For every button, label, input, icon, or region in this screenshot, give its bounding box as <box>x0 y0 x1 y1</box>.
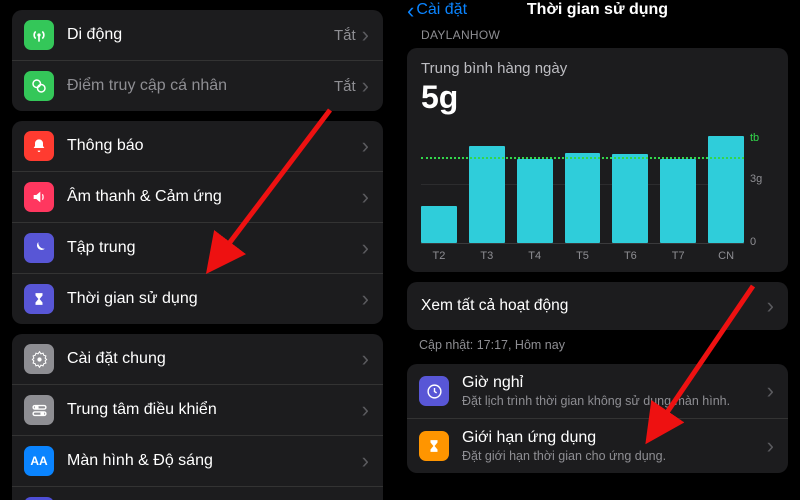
chevron-right-icon: › <box>767 435 774 457</box>
bell-icon <box>24 131 54 161</box>
settings-screen: Di động Tắt › Điểm truy cập cá nhân Tắt … <box>0 0 395 500</box>
nav-header: ‹ Cài đặt Thời gian sử dụng <box>395 0 800 24</box>
hourglass-icon <box>24 284 54 314</box>
chevron-right-icon: › <box>362 399 369 421</box>
updated-text: Cập nhật: 17:17, Hôm nay <box>395 330 800 356</box>
row-value: Tắt <box>334 78 356 95</box>
chevron-right-icon: › <box>362 135 369 157</box>
card-title: Trung bình hàng ngày <box>421 60 774 77</box>
row-title: Giới hạn ứng dụng <box>462 429 767 447</box>
usage-chart <box>421 126 744 244</box>
row-label: Màn hình & Độ sáng <box>67 452 362 470</box>
row-title: Giờ nghỉ <box>462 374 767 392</box>
row-screentime[interactable]: Thời gian sử dụng › <box>12 274 383 324</box>
chevron-right-icon: › <box>362 75 369 97</box>
row-value: Tắt <box>334 27 356 44</box>
daily-average-card: Trung bình hàng ngày 5g T2T3T4T5T6T7CN t… <box>407 48 788 272</box>
chevron-right-icon: › <box>767 380 774 402</box>
clock-icon <box>419 376 449 406</box>
row-home-screen[interactable]: Màn hình chính › <box>12 487 383 500</box>
toggles-icon <box>24 395 54 425</box>
settings-group-network: Di động Tắt › Điểm truy cập cá nhân Tắt … <box>12 10 383 111</box>
gear-icon <box>24 344 54 374</box>
moon-icon <box>24 233 54 263</box>
chart-bar <box>660 159 696 243</box>
device-caption: DAYLANHOW <box>395 24 800 42</box>
row-label: Thông báo <box>67 137 362 155</box>
chevron-right-icon: › <box>362 237 369 259</box>
chart-bar <box>565 153 601 243</box>
see-all-activity[interactable]: Xem tất cả hoạt động › <box>407 282 788 330</box>
row-focus[interactable]: Tập trung › <box>12 223 383 274</box>
cellular-icon <box>24 20 54 50</box>
chart-bar <box>612 154 648 243</box>
chart-bar <box>421 206 457 243</box>
row-subtitle: Đặt giới hạn thời gian cho ứng dụng. <box>462 449 767 463</box>
row-control-center[interactable]: Trung tâm điều khiển › <box>12 385 383 436</box>
settings-group-notify: Thông báo › Âm thanh & Cảm ứng › Tập tru… <box>12 121 383 324</box>
row-sounds[interactable]: Âm thanh & Cảm ứng › <box>12 172 383 223</box>
chart-bar <box>469 146 505 243</box>
row-subtitle: Đặt lịch trình thời gian không sử dụng m… <box>462 394 767 408</box>
chevron-right-icon: › <box>362 186 369 208</box>
hotspot-icon <box>24 71 54 101</box>
chevron-right-icon: › <box>362 288 369 310</box>
settings-group-general: Cài đặt chung › Trung tâm điều khiển › A… <box>12 334 383 500</box>
chevron-right-icon: › <box>767 295 774 317</box>
back-button[interactable]: ‹ Cài đặt <box>407 1 467 19</box>
chevron-left-icon: ‹ <box>407 5 414 16</box>
row-label: Thời gian sử dụng <box>67 290 362 308</box>
see-all-label: Xem tất cả hoạt động <box>421 297 767 315</box>
row-hotspot[interactable]: Điểm truy cập cá nhân Tắt › <box>12 61 383 111</box>
average-value: 5g <box>421 79 774 116</box>
chart-bar <box>708 136 744 243</box>
hourglass-icon <box>419 431 449 461</box>
row-label: Trung tâm điều khiển <box>67 401 362 419</box>
row-notifications[interactable]: Thông báo › <box>12 121 383 172</box>
chevron-right-icon: › <box>362 24 369 46</box>
row-label: Di động <box>67 26 334 44</box>
chart-x-labels: T2T3T4T5T6T7CN <box>421 250 744 262</box>
chevron-right-icon: › <box>362 348 369 370</box>
row-general[interactable]: Cài đặt chung › <box>12 334 383 385</box>
row-display[interactable]: AA Màn hình & Độ sáng › <box>12 436 383 487</box>
chart-bar <box>517 159 553 243</box>
chevron-right-icon: › <box>362 450 369 472</box>
row-app-limits[interactable]: Giới hạn ứng dụng Đặt giới hạn thời gian… <box>407 419 788 473</box>
page-title: Thời gian sử dụng <box>527 1 668 19</box>
text-size-icon: AA <box>24 446 54 476</box>
speaker-icon <box>24 182 54 212</box>
chart-y-labels: tb03g <box>744 116 774 262</box>
row-label: Điểm truy cập cá nhân <box>67 77 334 95</box>
row-label: Tập trung <box>67 239 362 257</box>
row-downtime[interactable]: Giờ nghỉ Đặt lịch trình thời gian không … <box>407 364 788 419</box>
row-label: Cài đặt chung <box>67 350 362 368</box>
row-cellular[interactable]: Di động Tắt › <box>12 10 383 61</box>
screentime-options: Giờ nghỉ Đặt lịch trình thời gian không … <box>407 364 788 473</box>
screentime-screen: ‹ Cài đặt Thời gian sử dụng DAYLANHOW Tr… <box>395 0 800 500</box>
row-label: Âm thanh & Cảm ứng <box>67 188 362 206</box>
